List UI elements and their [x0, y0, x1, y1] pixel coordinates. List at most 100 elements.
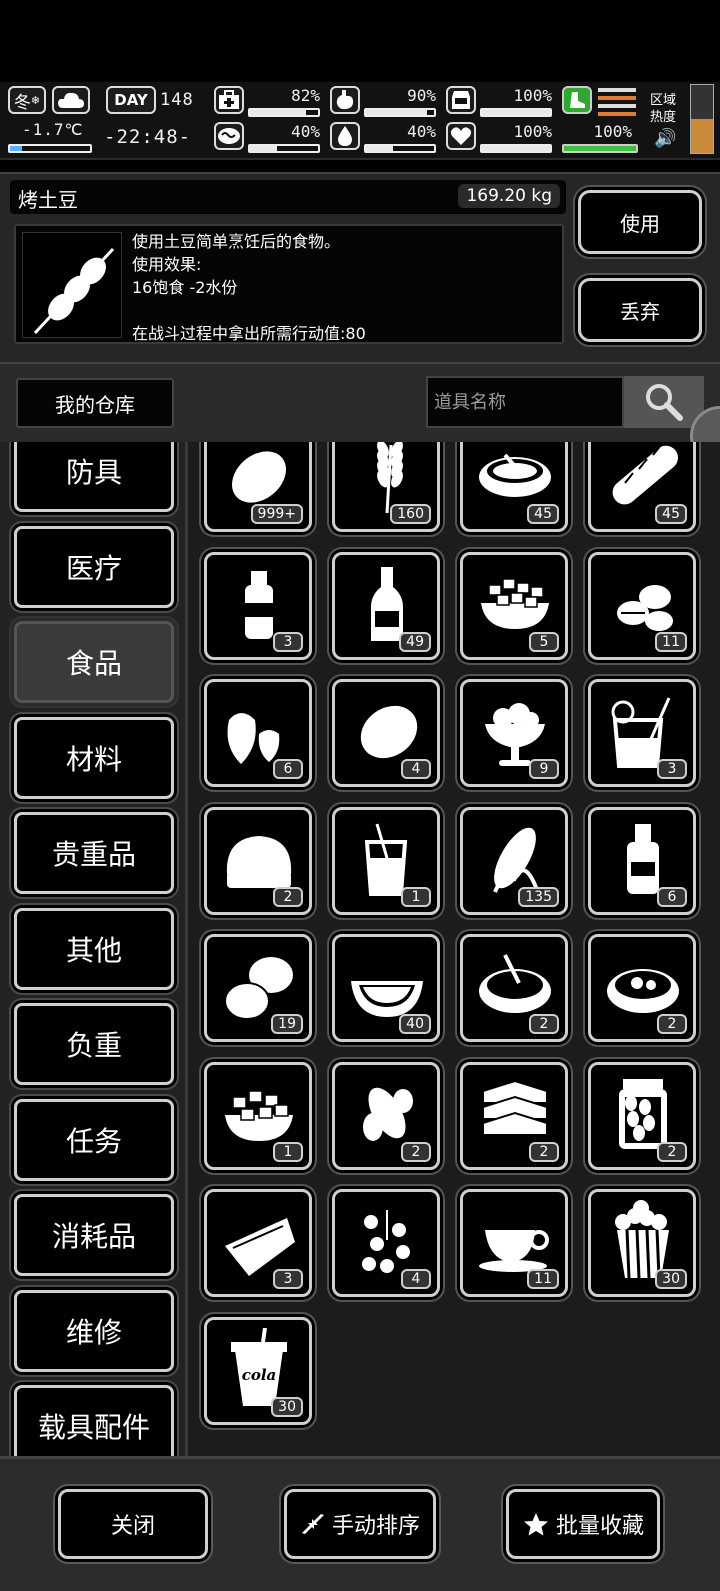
mind-percent: 40%	[291, 122, 320, 141]
item-count-badge: 30	[271, 1396, 303, 1417]
inventory-slot[interactable]: 3	[588, 679, 696, 787]
temperature-bar	[8, 144, 92, 153]
item-count-badge: 2	[657, 1141, 687, 1162]
stomach-percent: 90%	[407, 86, 436, 105]
inventory-slot[interactable]: 3	[204, 551, 312, 660]
item-count-badge: 4	[401, 1269, 431, 1289]
armor-percent: 100%	[513, 86, 552, 105]
inventory-slot[interactable]: 4	[332, 1189, 440, 1297]
item-count-badge: 3	[273, 1269, 303, 1289]
star-icon	[523, 1513, 548, 1536]
inventory-slot[interactable]: 30	[588, 1189, 696, 1297]
inventory-slot[interactable]: 11	[460, 1189, 568, 1297]
zone-heat-label: 区域 热度	[650, 92, 676, 126]
search-button[interactable]	[624, 376, 704, 428]
inventory-slot[interactable]: 2	[588, 1061, 696, 1170]
clock-readout: -22:48-	[104, 126, 192, 148]
close-button[interactable]: 关闭	[58, 1489, 208, 1559]
boot-icon	[562, 86, 592, 114]
heat-label: 热度	[650, 110, 677, 125]
porridge-bowl-icon	[479, 954, 551, 1013]
inventory-slot[interactable]: 999+	[204, 442, 312, 532]
item-description-box: 使用土豆简单烹饪后的食物。 使用效果: 16饱食 -2水份 在战斗过程中拿出所需行动值…	[14, 224, 564, 344]
stamina-line-4	[598, 112, 636, 116]
inventory-slot[interactable]: 40	[332, 934, 440, 1042]
inventory-slot[interactable]: 2	[460, 934, 568, 1042]
inventory-slot[interactable]: 2	[588, 934, 696, 1042]
juice-glass-icon	[364, 823, 408, 896]
inventory-slot[interactable]: 3	[204, 1189, 312, 1297]
health-bar-fill	[250, 110, 306, 115]
sundae-icon	[485, 703, 545, 766]
item-title-bar: 烤土豆 169.20 kg	[10, 180, 566, 214]
water-drop-bar	[364, 144, 436, 153]
health-percent: 82%	[291, 86, 320, 105]
inventory-slot[interactable]: 11	[588, 551, 696, 660]
popcorn-icon	[615, 1200, 669, 1279]
inventory-slot[interactable]: 1	[332, 806, 440, 915]
desc-line-2: 使用效果:	[132, 255, 202, 274]
inventory-slot[interactable]: 2	[332, 1061, 440, 1170]
inventory-slot[interactable]: 2	[204, 806, 312, 915]
use-button[interactable]: 使用	[578, 190, 702, 254]
heart-bar-fill	[482, 146, 550, 151]
item-count-badge: 999+	[250, 504, 303, 524]
potato-skewer-icon	[33, 247, 115, 335]
stomach-bar-fill	[366, 110, 428, 115]
season-badge: 冬 ❄	[8, 86, 46, 114]
inventory-slot[interactable]: 19	[204, 934, 312, 1042]
inventory-slot[interactable]: 45	[460, 442, 568, 532]
item-count-badge: 2	[529, 1141, 559, 1162]
sauce-bottle-icon	[245, 570, 273, 639]
cola-label: cola	[241, 1365, 277, 1384]
coffee-cup-icon	[479, 1230, 549, 1272]
item-detail-panel: 烤土豆 169.20 kg 使用土豆简单烹饪后的食物。 使用效果: 16饱食 -2水…	[0, 172, 720, 364]
search-input[interactable]	[426, 376, 624, 428]
inventory-slot[interactable]: 4	[332, 679, 440, 787]
zone-heat-meter	[690, 84, 714, 154]
stomach-bar	[364, 108, 436, 117]
batch-favorite-button[interactable]: 批量收藏	[506, 1489, 660, 1559]
bottom-bar: 关闭 手动排序 批量收藏	[0, 1456, 720, 1591]
my-warehouse-button[interactable]: 我的仓库	[16, 378, 174, 428]
item-weight: 169.20 kg	[458, 184, 560, 208]
discard-button[interactable]: 丢弃	[578, 278, 702, 342]
inventory-slot[interactable]: 6	[204, 679, 312, 787]
desc-line-4: 在战斗过程中拿出所需行动值:80	[132, 324, 366, 343]
lemon-icon	[360, 705, 418, 759]
inventory-slot[interactable]: 9	[460, 679, 568, 787]
item-count-badge: 40	[399, 1014, 431, 1034]
inventory-slot[interactable]: cola 30	[204, 1316, 312, 1425]
item-count-badge: 6	[657, 886, 687, 907]
heart-percent: 100%	[513, 122, 552, 141]
watermelon-icon	[351, 981, 423, 1017]
batch-favorite-label: 批量收藏	[555, 1514, 644, 1539]
inventory-slot[interactable]: 49	[332, 551, 440, 660]
zone-label: 区域	[650, 93, 677, 108]
stomach-icon	[330, 86, 360, 114]
item-count-badge: 4	[401, 759, 431, 779]
item-count-badge: 2	[273, 886, 303, 907]
inventory-slot[interactable]: 6	[588, 806, 696, 915]
inventory-slot[interactable]: 160	[332, 442, 440, 532]
day-counter: 148	[160, 90, 194, 110]
water-drop-bar-fill	[366, 146, 394, 151]
speaker-icon[interactable]: 🔊	[654, 128, 676, 149]
mind-bar-fill	[250, 146, 278, 151]
pickle-jar-icon	[619, 1078, 667, 1149]
manual-sort-button[interactable]: 手动排序	[284, 1489, 436, 1559]
desc-line-3: 16饱食 -2水份	[132, 278, 238, 297]
berries-icon	[362, 1210, 410, 1273]
selected-item-icon	[22, 232, 122, 338]
inventory-slot[interactable]: 2	[460, 1061, 568, 1170]
inventory-slot[interactable]: 5	[460, 551, 568, 660]
item-count-badge: 19	[271, 1014, 303, 1034]
inventory-slot[interactable]: 135	[460, 806, 568, 915]
item-count-badge: 3	[273, 631, 303, 652]
inventory-slot[interactable]: 45	[588, 442, 696, 532]
water-drop-icon	[330, 122, 360, 150]
item-name: 烤土豆	[18, 188, 78, 212]
day-label: DAY	[114, 91, 148, 109]
bread-roll-icon	[226, 835, 292, 888]
inventory-slot[interactable]: 1	[204, 1061, 312, 1170]
